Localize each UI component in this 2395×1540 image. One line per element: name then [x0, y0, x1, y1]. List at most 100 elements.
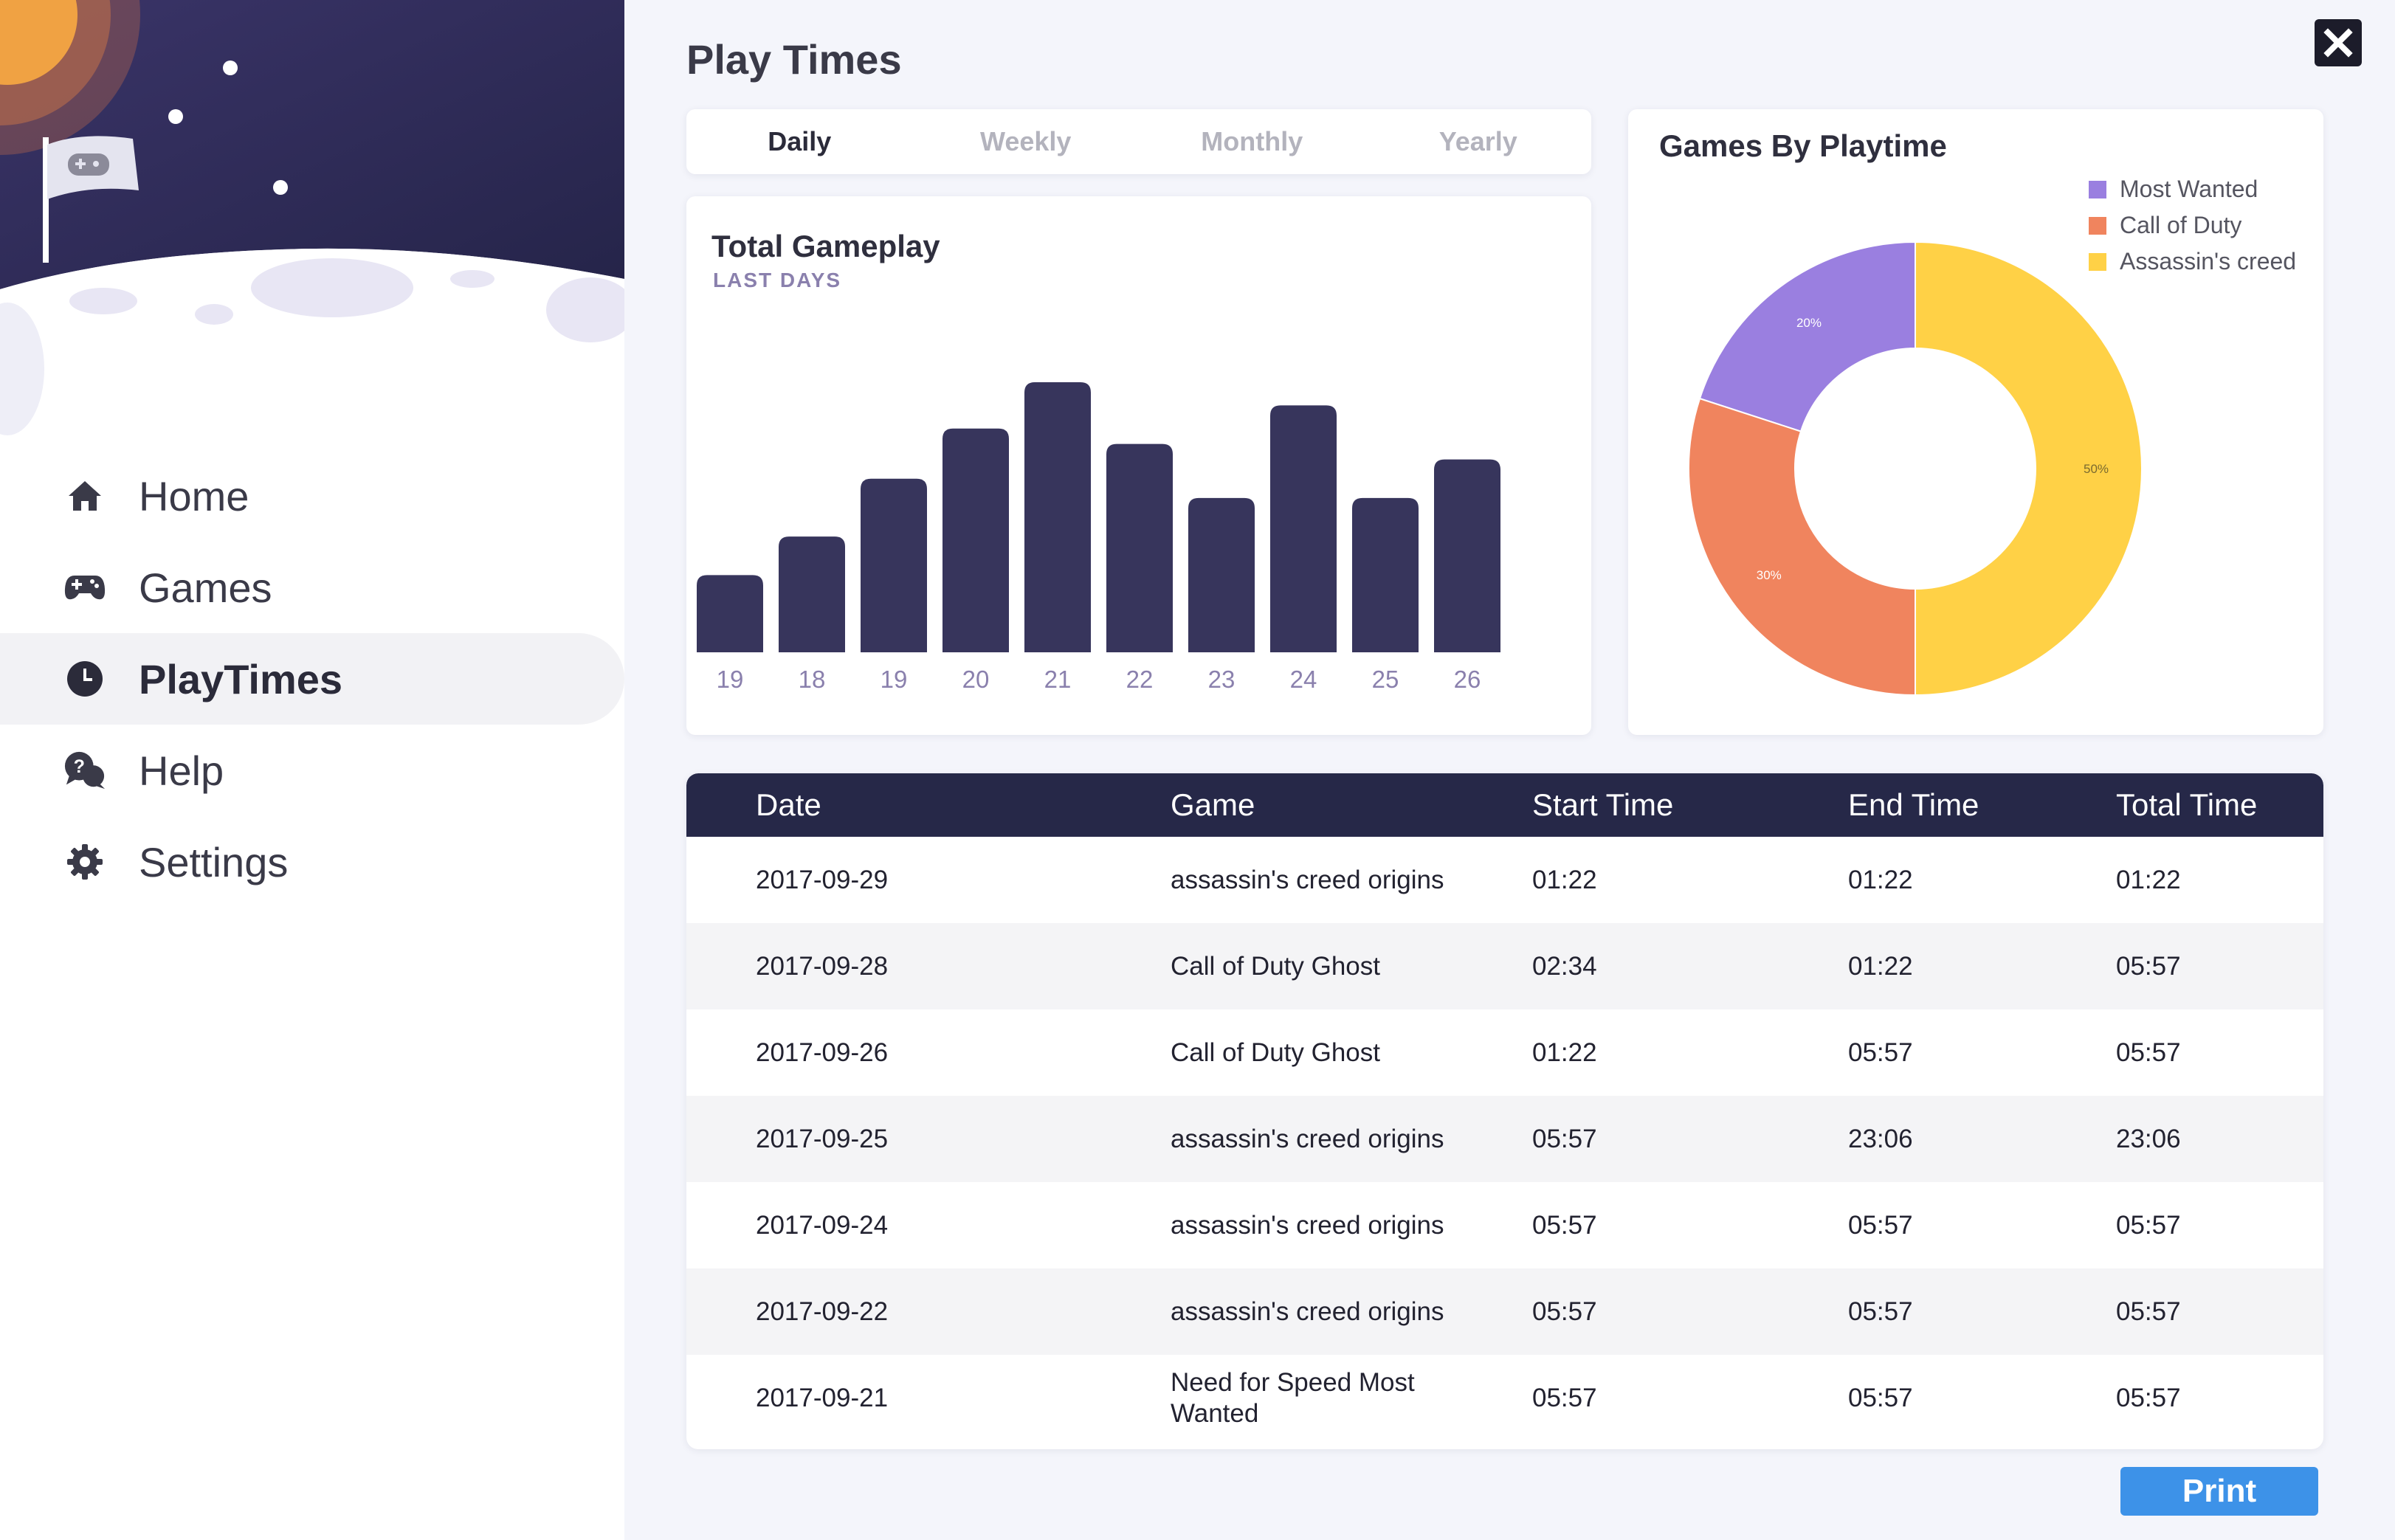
- help-chat-icon: ?: [63, 749, 106, 792]
- cell-date: 2017-09-24: [756, 1210, 889, 1240]
- slice-value-label: 50%: [2084, 462, 2109, 476]
- cell-date: 2017-09-26: [756, 1037, 889, 1067]
- cell-start-time: 05:57: [1532, 1383, 1597, 1412]
- bar-4: [1024, 382, 1091, 652]
- cell-total-time: 05:57: [2116, 1037, 2181, 1067]
- tab-yearly[interactable]: Yearly: [1365, 126, 1592, 157]
- bar-6: [1188, 497, 1255, 652]
- bar-9: [1434, 459, 1500, 652]
- cell-total-time: 05:57: [2116, 951, 2181, 981]
- donut-slice-1: [1688, 397, 1916, 697]
- table-row[interactable]: 2017-09-25 assassin's creed origins 05:57 2…: [686, 1096, 2323, 1182]
- table-row[interactable]: 2017-09-29 assassin's creed origins 01:22 0…: [686, 837, 2323, 923]
- games-by-playtime-card: Games By Playtime Most Wanted Call of Du…: [1628, 109, 2323, 735]
- close-button[interactable]: [2315, 19, 2362, 66]
- sidebar-item-playtimes[interactable]: PlayTimes: [0, 633, 624, 725]
- donut-chart: 20% 30% 50%: [1688, 241, 2143, 697]
- x-tick-label: 25: [1372, 666, 1399, 693]
- cell-start-time: 01:22: [1532, 1037, 1597, 1067]
- tab-weekly[interactable]: Weekly: [913, 126, 1140, 157]
- cell-game: assassin's creed origins: [1171, 1124, 1444, 1153]
- table-row[interactable]: 2017-09-22 assassin's creed origins 05:57 0…: [686, 1268, 2323, 1355]
- bar-7: [1270, 405, 1337, 652]
- playtimes-table: Date Game Start Time End Time Total Time…: [686, 773, 2323, 1449]
- tab-daily[interactable]: Daily: [686, 126, 913, 157]
- donut-slice-0: [1698, 241, 1916, 432]
- column-header-total-time[interactable]: Total Time: [2116, 773, 2308, 837]
- table-row[interactable]: 2017-09-26 Call of Duty Ghost 01:22 05:57 05…: [686, 1009, 2323, 1096]
- cell-end-time: 01:22: [1848, 865, 1913, 894]
- bar-chart: 19 18 19 20 21 22 23 24 25 26: [697, 382, 1500, 693]
- cell-total-time: 05:57: [2116, 1210, 2181, 1240]
- table-row[interactable]: 2017-09-24 assassin's creed origins 05:57 0…: [686, 1182, 2323, 1268]
- sidebar-item-help[interactable]: ? Help: [0, 725, 624, 816]
- cell-total-time: 01:22: [2116, 865, 2181, 894]
- close-icon: [2323, 28, 2353, 58]
- cell-start-time: 05:57: [1532, 1124, 1597, 1153]
- x-tick-label: 18: [799, 666, 826, 693]
- column-header-end-time[interactable]: End Time: [1848, 773, 2099, 837]
- table-row[interactable]: 2017-09-21 Need for Speed Most Wanted 05:5…: [686, 1355, 2323, 1441]
- column-header-date[interactable]: Date: [756, 773, 1125, 837]
- sidebar-nav: Home Games PlayTimes ? Help Settings: [0, 450, 624, 908]
- table-header: Date Game Start Time End Time Total Time: [686, 773, 2323, 837]
- x-tick-label: 23: [1208, 666, 1236, 693]
- cell-start-time: 02:34: [1532, 951, 1597, 981]
- cell-end-time: 05:57: [1848, 1296, 1913, 1326]
- gear-icon: [63, 840, 106, 883]
- cell-total-time: 23:06: [2116, 1124, 2181, 1153]
- x-tick-label: 19: [717, 666, 744, 693]
- home-icon: [63, 474, 106, 517]
- tab-monthly[interactable]: Monthly: [1139, 126, 1365, 157]
- slice-value-label: 20%: [1796, 316, 1822, 330]
- sidebar-item-label: Help: [139, 747, 224, 794]
- sidebar-item-settings[interactable]: Settings: [0, 816, 624, 908]
- bar-8: [1352, 497, 1419, 652]
- x-tick-label: 26: [1454, 666, 1481, 693]
- cell-date: 2017-09-22: [756, 1296, 889, 1326]
- sidebar-item-label: PlayTimes: [139, 655, 343, 702]
- bar-2: [861, 478, 927, 652]
- sidebar: Home Games PlayTimes ? Help Settings: [0, 0, 624, 1540]
- clock-icon: [63, 657, 106, 700]
- page-title: Play Times: [686, 36, 902, 83]
- moon-landscape-illustration: [0, 0, 624, 517]
- cell-date: 2017-09-25: [756, 1124, 889, 1153]
- flag-gamepad-icon: [68, 153, 109, 176]
- cell-game: Need for Speed Most Wanted: [1171, 1367, 1415, 1428]
- total-gameplay-card: Total Gameplay LAST DAYS 19 18 19 20 21 22 23 2…: [686, 196, 1591, 735]
- cell-total-time: 05:57: [2116, 1296, 2181, 1326]
- sidebar-item-games[interactable]: Games: [0, 542, 624, 633]
- cell-date: 2017-09-21: [756, 1383, 889, 1412]
- cell-total-time: 05:57: [2116, 1383, 2181, 1412]
- slice-value-label: 30%: [1757, 568, 1782, 582]
- column-header-start-time[interactable]: Start Time: [1532, 773, 1813, 837]
- bar-3: [943, 428, 1009, 652]
- cell-start-time: 01:22: [1532, 865, 1597, 894]
- sidebar-item-label: Home: [139, 472, 249, 519]
- column-header-game[interactable]: Game: [1171, 773, 1495, 837]
- gamepad-icon: [63, 566, 106, 609]
- cell-date: 2017-09-29: [756, 865, 889, 894]
- cell-start-time: 05:57: [1532, 1210, 1597, 1240]
- bar-1: [779, 536, 845, 652]
- sidebar-item-label: Games: [139, 564, 272, 611]
- x-tick-label: 22: [1126, 666, 1154, 693]
- cell-end-time: 05:57: [1848, 1383, 1913, 1412]
- cell-game: assassin's creed origins: [1171, 1210, 1444, 1240]
- table-row[interactable]: 2017-09-28 Call of Duty Ghost 02:34 01:22 05…: [686, 923, 2323, 1009]
- x-tick-label: 19: [881, 666, 908, 693]
- cell-end-time: 23:06: [1848, 1124, 1913, 1153]
- cell-end-time: 01:22: [1848, 951, 1913, 981]
- cell-game: assassin's creed origins: [1171, 865, 1444, 894]
- cell-end-time: 05:57: [1848, 1210, 1913, 1240]
- print-button[interactable]: Print: [2120, 1467, 2318, 1516]
- x-tick-label: 20: [962, 666, 990, 693]
- cell-game: Call of Duty Ghost: [1171, 951, 1380, 981]
- x-tick-label: 21: [1044, 666, 1072, 693]
- sidebar-item-home[interactable]: Home: [0, 450, 624, 542]
- sidebar-item-label: Settings: [139, 838, 289, 885]
- cell-date: 2017-09-28: [756, 951, 889, 981]
- cell-start-time: 05:57: [1532, 1296, 1597, 1326]
- cell-game: assassin's creed origins: [1171, 1296, 1444, 1326]
